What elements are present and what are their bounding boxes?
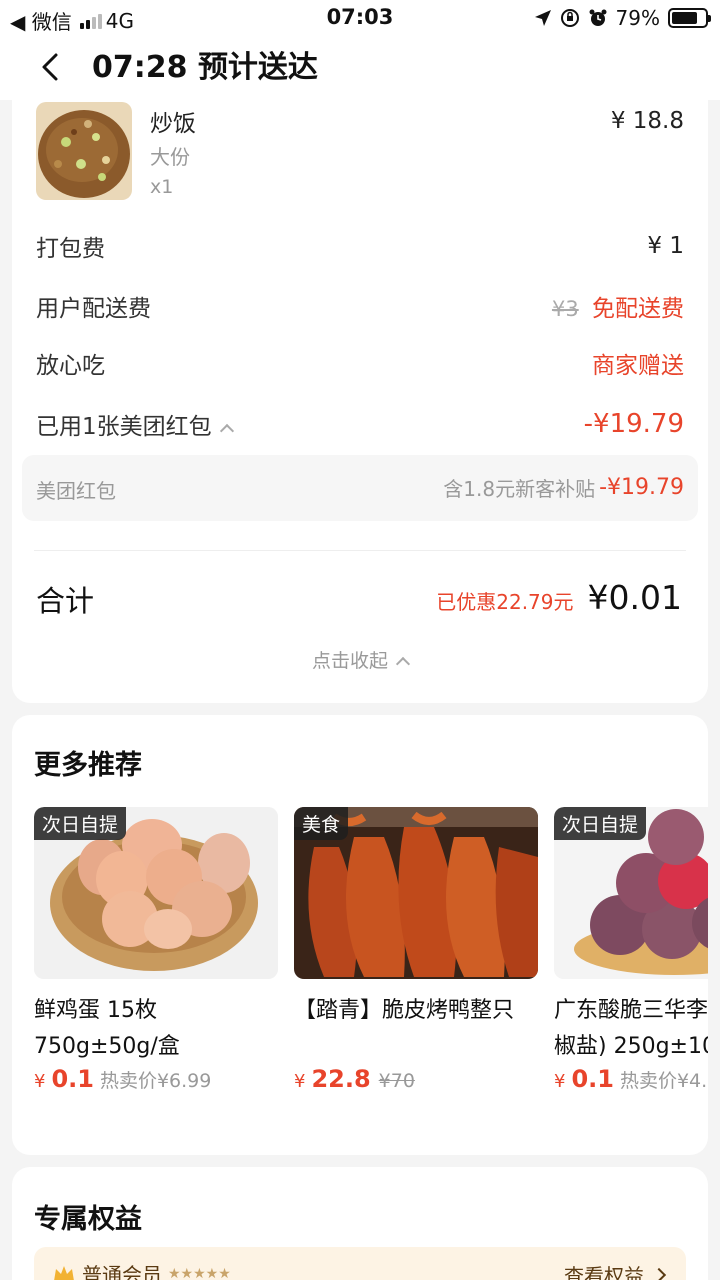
recommend-price-row: ¥ 0.1 热卖价¥6.99 bbox=[34, 1065, 278, 1093]
redpacket-value: -¥19.79 bbox=[583, 409, 684, 439]
delivery-fee-original: ¥3 bbox=[551, 297, 579, 321]
back-arrow-icon[interactable] bbox=[36, 52, 66, 82]
packing-fee-row: 打包费 ¥ 1 bbox=[36, 226, 684, 266]
recommend-price: 0.1 bbox=[571, 1065, 614, 1093]
delivery-fee-label: 用户配送费 bbox=[36, 296, 151, 322]
benefits-card: 专属权益 普通会员 ★★★★★ 查看权益 bbox=[12, 1167, 708, 1280]
roast-duck-image: 美食 bbox=[294, 807, 538, 979]
total-label: 合计 bbox=[36, 584, 95, 618]
member-banner[interactable]: 普通会员 ★★★★★ 查看权益 bbox=[34, 1247, 686, 1280]
recommend-name: 鲜鸡蛋 15枚 750g±50g/盒 bbox=[34, 993, 278, 1065]
fried-rice-image bbox=[36, 102, 132, 200]
redpacket-detail-right: 含1.8元新客补贴 -¥19.79 bbox=[443, 473, 684, 502]
food-price: ¥ 18.8 bbox=[610, 108, 684, 134]
total-right: 已优惠22.79元 ¥0.01 bbox=[436, 578, 682, 617]
plums-image: 次日自提 bbox=[554, 807, 708, 979]
delivery-fee-row: 用户配送费 ¥3 免配送费 bbox=[36, 286, 684, 326]
chevron-right-icon bbox=[651, 1267, 667, 1280]
member-level: 普通会员 bbox=[82, 1263, 162, 1280]
recommend-price-row: ¥ 0.1 热卖价¥4. bbox=[554, 1065, 708, 1093]
currency-symbol: ¥ bbox=[554, 1071, 566, 1092]
page-title: 07:28 预计送达 bbox=[92, 50, 318, 85]
insurance-value: 商家赠送 bbox=[592, 353, 684, 379]
food-spec: 大份 bbox=[150, 145, 190, 169]
recommend-price: 0.1 bbox=[51, 1065, 94, 1093]
packing-fee-value: ¥ 1 bbox=[647, 233, 684, 259]
order-detail-card: 炒饭 大份 x1 ¥ 18.8 打包费 ¥ 1 用户配送费 ¥3 免配送费 放心… bbox=[12, 100, 708, 703]
rotation-lock-icon bbox=[560, 9, 579, 27]
redpacket-detail-label: 美团红包 bbox=[36, 479, 116, 503]
recommend-price-row: ¥ 22.8 ¥70 bbox=[294, 1065, 538, 1093]
chevron-up-icon bbox=[219, 423, 234, 439]
recommend-sub-price: 热卖价¥4. bbox=[619, 1070, 708, 1092]
recommend-item[interactable]: 次日自提 鲜鸡蛋 15枚 750g±50g/盒 ¥ 0.1 热卖价¥6.99 bbox=[34, 807, 278, 1093]
recommend-item[interactable]: 美食 【踏青】脆皮烤鸭整只 ¥ 22.8 ¥70 bbox=[294, 807, 538, 1093]
food-name: 炒饭 bbox=[150, 111, 196, 137]
recommend-name-line1: 【踏青】脆皮烤鸭整只 bbox=[294, 998, 515, 1023]
collapse-button[interactable]: 点击收起 bbox=[12, 646, 708, 673]
recommend-tag: 美食 bbox=[294, 807, 349, 840]
view-benefits-label: 查看权益 bbox=[564, 1264, 644, 1280]
battery-percent: 79% bbox=[615, 6, 660, 30]
crown-icon bbox=[54, 1265, 74, 1280]
redpacket-detail: 美团红包 含1.8元新客补贴 -¥19.79 bbox=[22, 455, 698, 521]
insurance-label: 放心吃 bbox=[36, 353, 105, 379]
recommend-name: 【踏青】脆皮烤鸭整只 bbox=[294, 993, 538, 1065]
status-right: 79% bbox=[534, 6, 711, 30]
recommend-name: 广东酸脆三华李 椒盐) 250g±10 bbox=[554, 993, 708, 1065]
chevron-up-icon bbox=[395, 656, 411, 672]
recommend-item[interactable]: 次日自提 广东酸脆三华李 椒盐) 250g±10 ¥ 0.1 热卖价¥4. bbox=[554, 807, 708, 1093]
total-saved: 已优惠22.79元 bbox=[436, 590, 574, 614]
recommend-price: 22.8 bbox=[311, 1065, 371, 1093]
benefits-title: 专属权益 bbox=[34, 1204, 142, 1235]
recommend-card: 更多推荐 次日自提 鲜鸡蛋 15枚 750g±50g/盒 ¥ 0.1 热卖价¥6… bbox=[12, 715, 708, 1155]
redpacket-detail-note: 含1.8元新客补贴 bbox=[443, 477, 596, 501]
delivery-fee-values: ¥3 免配送费 bbox=[552, 289, 684, 323]
alarm-icon bbox=[589, 9, 607, 26]
divider bbox=[34, 550, 686, 551]
status-bar: ◀ 微信 4G 07:03 79% bbox=[0, 0, 720, 36]
battery-icon bbox=[668, 8, 711, 28]
redpacket-detail-amount: -¥19.79 bbox=[599, 475, 684, 500]
total-amount: ¥0.01 bbox=[587, 578, 682, 617]
redpacket-label: 已用1张美团红包 bbox=[36, 414, 212, 440]
recommend-name-line2: 750g±50g/盒 bbox=[34, 1034, 180, 1059]
food-quantity: x1 bbox=[150, 176, 174, 198]
recommend-tag: 次日自提 bbox=[34, 807, 127, 840]
insurance-row: 放心吃 商家赠送 bbox=[36, 343, 684, 383]
packing-fee-label: 打包费 bbox=[36, 236, 105, 262]
recommend-name-line1: 鲜鸡蛋 15枚 bbox=[34, 998, 157, 1023]
recommend-old-price: ¥70 bbox=[378, 1070, 415, 1092]
eggs-image: 次日自提 bbox=[34, 807, 278, 979]
recommend-tag: 次日自提 bbox=[554, 807, 647, 840]
view-benefits-button[interactable]: 查看权益 bbox=[564, 1260, 667, 1280]
recommend-name-line2: 椒盐) 250g±10 bbox=[554, 1034, 708, 1059]
redpacket-row[interactable]: 已用1张美团红包 -¥19.79 bbox=[36, 404, 684, 444]
currency-symbol: ¥ bbox=[294, 1071, 306, 1092]
recommend-title: 更多推荐 bbox=[34, 750, 142, 781]
collapse-label: 点击收起 bbox=[311, 650, 388, 672]
location-arrow-icon bbox=[534, 10, 551, 26]
member-left: 普通会员 ★★★★★ bbox=[52, 1259, 231, 1280]
recommend-name-line1: 广东酸脆三华李 bbox=[554, 998, 708, 1023]
redpacket-toggle[interactable]: 已用1张美团红包 bbox=[36, 407, 234, 441]
recommend-sub-price: 热卖价¥6.99 bbox=[99, 1070, 212, 1092]
nav-bar: 07:28 预计送达 bbox=[0, 36, 720, 100]
delivery-fee-value: 免配送费 bbox=[592, 296, 684, 322]
currency-symbol: ¥ bbox=[34, 1071, 46, 1092]
member-stars: ★★★★★ bbox=[168, 1265, 231, 1280]
